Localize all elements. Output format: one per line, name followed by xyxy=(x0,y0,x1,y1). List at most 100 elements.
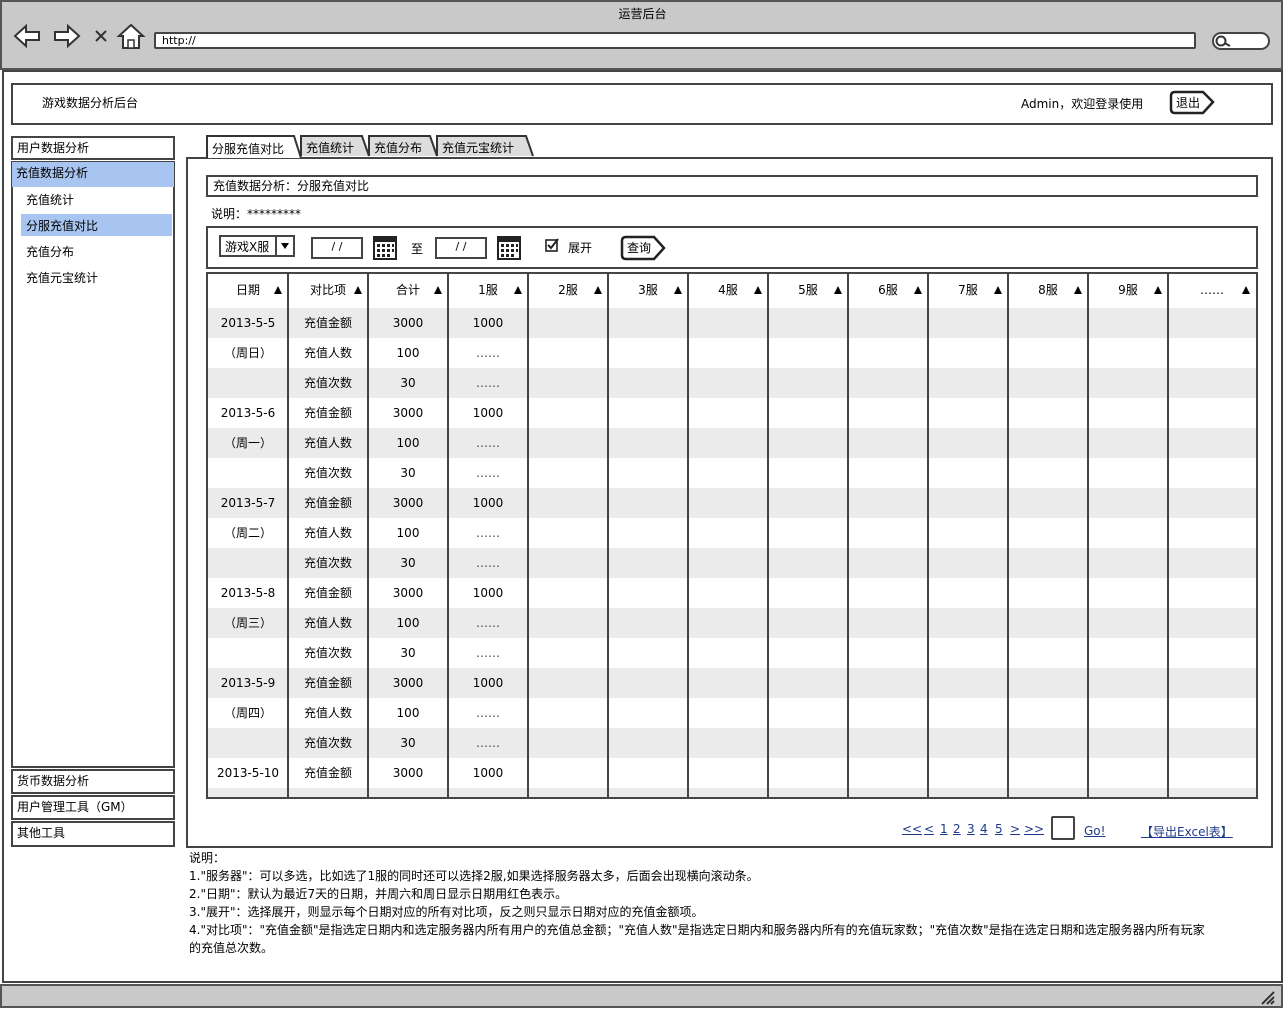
table-cell: …… xyxy=(476,646,500,660)
column-header-label: …… xyxy=(1200,283,1224,297)
table-cell xyxy=(208,458,288,488)
calendar-icon[interactable] xyxy=(497,236,521,260)
sort-asc-icon[interactable] xyxy=(594,286,602,294)
page-link[interactable]: 2 xyxy=(953,822,961,836)
sort-asc-icon[interactable] xyxy=(514,286,522,294)
sort-asc-icon[interactable] xyxy=(674,286,682,294)
sidebar-item-user-data[interactable]: 用户数据分析 xyxy=(11,136,175,160)
table-cell: 充值金额 xyxy=(303,766,352,780)
column-header[interactable]: 9服 xyxy=(1088,274,1168,308)
table-cell: 充值人数 xyxy=(303,346,352,360)
description-line: 3."展开"：选择展开，则显示每个日期对应的所有对比项，反之则只显示日期对应的充… xyxy=(189,905,704,919)
table-cell: （周一） xyxy=(223,436,272,450)
export-excel-link[interactable]: 【导出Excel表】 xyxy=(1141,823,1233,840)
page-link[interactable]: 5 xyxy=(995,822,1003,836)
sort-asc-icon[interactable] xyxy=(1242,286,1250,294)
tab-ingot-stats[interactable]: 充值元宝统计 xyxy=(442,139,514,156)
table-cell: 充值金额 xyxy=(303,406,352,420)
description-heading: 说明： xyxy=(189,851,226,865)
table-cell: 充值人数 xyxy=(303,616,352,630)
server-select[interactable]: 游戏X服 xyxy=(219,235,295,257)
column-header[interactable]: 5服 xyxy=(768,274,848,308)
table-cell: 充值人数 xyxy=(303,526,352,540)
date-from-input[interactable]: / / xyxy=(311,237,363,259)
table-cell: 30 xyxy=(400,556,416,570)
sidebar-item-label: 用户数据分析 xyxy=(17,141,90,155)
sidebar-sub-ingot-stats[interactable]: 充值元宝统计 xyxy=(26,269,98,286)
url-bar[interactable]: http:// xyxy=(154,32,1196,49)
column-divider xyxy=(1087,274,1089,797)
page-link[interactable]: 4 xyxy=(980,822,988,836)
table-cell: 3000 xyxy=(392,676,424,690)
sort-asc-icon[interactable] xyxy=(994,286,1002,294)
table-cell: 100 xyxy=(396,346,420,360)
sort-asc-icon[interactable] xyxy=(1074,286,1082,294)
logout-button[interactable]: 退出 xyxy=(1169,90,1215,115)
sidebar-sub-server-compare[interactable]: 分服充值对比 xyxy=(26,217,98,234)
page-prev-link[interactable]: < xyxy=(924,822,934,836)
table-row: 2013-5-8 充值金额 3000 1000 xyxy=(208,578,1256,608)
sort-asc-icon[interactable] xyxy=(754,286,762,294)
column-header-label: 日期 xyxy=(235,283,260,297)
sidebar-item-label: 用户管理工具（GM） xyxy=(17,800,133,814)
table-row: 充值次数 30 …… xyxy=(208,548,1256,578)
table-cell: 100 xyxy=(396,616,420,630)
forward-icon[interactable] xyxy=(52,22,82,50)
column-header[interactable]: 合计 xyxy=(368,274,448,308)
tab-charge-stats[interactable]: 充值统计 xyxy=(306,139,354,156)
column-header[interactable]: 日期 xyxy=(208,274,288,308)
sort-asc-icon[interactable] xyxy=(274,286,282,294)
column-header[interactable]: 1服 xyxy=(448,274,528,308)
table-cell: 30 xyxy=(400,736,416,750)
page-number-input[interactable] xyxy=(1051,816,1075,840)
resize-grip-icon[interactable] xyxy=(1258,988,1278,1006)
sidebar-sub-charge-distribution[interactable]: 充值分布 xyxy=(26,243,74,260)
column-header[interactable]: 3服 xyxy=(608,274,688,308)
page-link[interactable]: 3 xyxy=(967,822,975,836)
app-title: 游戏数据分析后台 xyxy=(42,96,139,110)
sidebar-item-label: 货币数据分析 xyxy=(17,774,90,788)
table-cell: 充值金额 xyxy=(303,316,352,330)
go-link[interactable]: Go! xyxy=(1084,824,1105,838)
page-link[interactable]: 1 xyxy=(940,822,948,836)
table-cell: …… xyxy=(476,466,500,480)
back-icon[interactable] xyxy=(12,22,42,50)
table-cell: …… xyxy=(476,736,500,750)
table-cell: 30 xyxy=(400,646,416,660)
column-header[interactable]: 8服 xyxy=(1008,274,1088,308)
page-last-link[interactable]: >> xyxy=(1024,822,1044,836)
sort-asc-icon[interactable] xyxy=(354,286,362,294)
column-header[interactable]: …… xyxy=(1168,274,1256,308)
table-cell: 1000 xyxy=(472,316,504,330)
sidebar-item-gm-tools[interactable]: 用户管理工具（GM） xyxy=(11,795,175,820)
sort-asc-icon[interactable] xyxy=(434,286,442,294)
table-cell: （周二） xyxy=(223,526,272,540)
column-header[interactable]: 4服 xyxy=(688,274,768,308)
expand-checkbox[interactable] xyxy=(545,238,559,252)
sort-asc-icon[interactable] xyxy=(834,286,842,294)
calendar-icon[interactable] xyxy=(373,236,397,260)
column-header[interactable]: 对比项 xyxy=(288,274,368,308)
stop-icon[interactable] xyxy=(89,22,113,50)
sort-asc-icon[interactable] xyxy=(914,286,922,294)
sidebar-item-currency-data[interactable]: 货币数据分析 xyxy=(11,769,175,794)
column-header[interactable]: 7服 xyxy=(928,274,1008,308)
page-next-link[interactable]: > xyxy=(1010,822,1020,836)
sort-asc-icon[interactable] xyxy=(1154,286,1162,294)
column-header-label: 对比项 xyxy=(309,283,346,297)
tab-charge-distribution[interactable]: 充值分布 xyxy=(374,139,422,156)
column-header-label: 3服 xyxy=(638,283,658,297)
column-header[interactable]: 6服 xyxy=(848,274,928,308)
date-range-separator: 至 xyxy=(411,242,424,256)
sidebar-item-other-tools[interactable]: 其他工具 xyxy=(11,821,175,847)
sidebar-sub-charge-stats[interactable]: 充值统计 xyxy=(26,191,74,208)
query-label: 查询 xyxy=(627,241,652,255)
sidebar-item-charge-data[interactable]: 充值数据分析 xyxy=(12,162,174,187)
column-header[interactable]: 2服 xyxy=(528,274,608,308)
date-to-input[interactable]: / / xyxy=(435,237,487,259)
query-button[interactable]: 查询 xyxy=(620,235,666,261)
table-cell: …… xyxy=(476,706,500,720)
tab-server-compare[interactable]: 分服充值对比 xyxy=(212,140,284,157)
home-icon[interactable] xyxy=(116,22,146,50)
page-first-link[interactable]: << xyxy=(902,822,922,836)
